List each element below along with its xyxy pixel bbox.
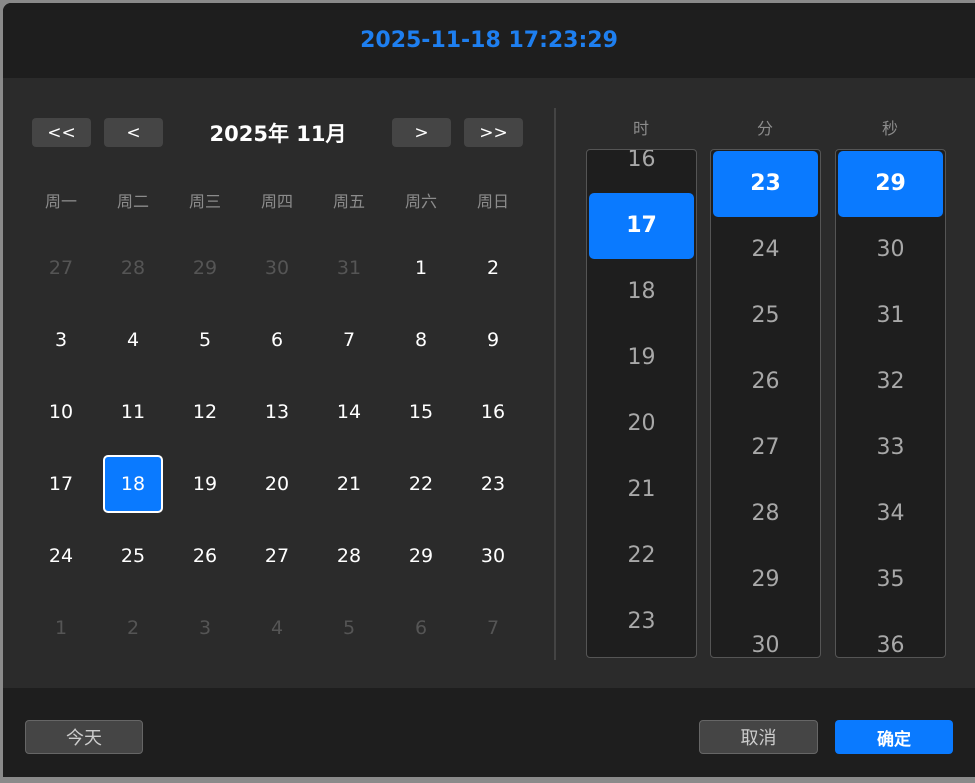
minute-option[interactable]: 25 [713,283,818,349]
day-cell[interactable]: 2 [103,599,163,657]
day-cell[interactable]: 23 [463,455,523,513]
day-cell[interactable]: 8 [391,311,451,369]
day-cell[interactable]: 13 [247,383,307,441]
minute-option[interactable]: 23 [713,151,818,217]
day-cell[interactable]: 7 [319,311,379,369]
hour-column[interactable]: 1617181920212223 [586,149,697,658]
day-cell[interactable]: 30 [463,527,523,585]
day-cell[interactable]: 15 [391,383,451,441]
time-column-label: 时 [586,115,696,139]
second-option[interactable]: 36 [838,613,943,658]
minute-option[interactable]: 27 [713,415,818,481]
day-cell[interactable]: 2 [463,239,523,297]
day-cell[interactable]: 3 [31,311,91,369]
day-cell[interactable]: 7 [463,599,523,657]
day-cell[interactable]: 12 [175,383,235,441]
day-cell[interactable]: 21 [319,455,379,513]
second-option[interactable]: 35 [838,547,943,613]
hour-option[interactable]: 23 [589,589,694,655]
hour-option[interactable]: 16 [589,149,694,193]
day-cell[interactable]: 14 [319,383,379,441]
time-column-label: 分 [710,115,820,139]
day-cell[interactable]: 4 [103,311,163,369]
month-title: 2025年 11月 [173,118,383,148]
dialog-footer: 今天 取消 确定 [3,688,975,777]
weekday-header: 周五 [319,188,379,212]
day-cell[interactable]: 25 [103,527,163,585]
hour-option[interactable]: 21 [589,457,694,523]
weekday-header: 周四 [247,188,307,212]
day-cell[interactable]: 29 [391,527,451,585]
day-cell[interactable]: 6 [391,599,451,657]
day-cell[interactable]: 4 [247,599,307,657]
next-month-button[interactable]: > [392,118,451,147]
confirm-button[interactable]: 确定 [835,720,953,754]
cancel-button[interactable]: 取消 [699,720,818,754]
day-cell[interactable]: 9 [463,311,523,369]
day-cell[interactable]: 3 [175,599,235,657]
day-cell[interactable]: 31 [319,239,379,297]
second-option[interactable]: 30 [838,217,943,283]
divider [554,108,556,660]
day-cell[interactable]: 29 [175,239,235,297]
day-cell[interactable]: 5 [175,311,235,369]
day-cell[interactable]: 5 [319,599,379,657]
second-option[interactable]: 31 [838,283,943,349]
day-cell[interactable]: 11 [103,383,163,441]
weekday-header: 周一 [31,188,91,212]
minute-option[interactable]: 29 [713,547,818,613]
prev-year-button[interactable]: << [32,118,91,147]
second-option[interactable]: 33 [838,415,943,481]
prev-month-button[interactable]: < [104,118,163,147]
day-cell[interactable]: 28 [103,239,163,297]
weekday-header: 周六 [391,188,451,212]
second-column[interactable]: 2930313233343536 [835,149,946,658]
day-cell[interactable]: 1 [391,239,451,297]
weekday-header: 周日 [463,188,523,212]
day-cell[interactable]: 28 [319,527,379,585]
selected-datetime: 2025-11-18 17:23:29 [360,28,618,53]
day-cell[interactable]: 1 [31,599,91,657]
hour-option[interactable]: 18 [589,259,694,325]
second-option[interactable]: 34 [838,481,943,547]
hour-option[interactable]: 20 [589,391,694,457]
time-column-label: 秒 [835,115,945,139]
hour-option[interactable]: 22 [589,523,694,589]
day-cell[interactable]: 19 [175,455,235,513]
minute-option[interactable]: 24 [713,217,818,283]
second-option[interactable]: 29 [838,151,943,217]
minute-option[interactable]: 30 [713,613,818,658]
day-cell[interactable]: 16 [463,383,523,441]
today-button[interactable]: 今天 [25,720,143,754]
day-cell[interactable]: 26 [175,527,235,585]
weekday-header: 周二 [103,188,163,212]
day-cell[interactable]: 30 [247,239,307,297]
minute-column[interactable]: 2324252627282930 [710,149,821,658]
day-cell[interactable]: 18 [103,455,163,513]
dialog-header: 2025-11-18 17:23:29 [3,3,975,78]
hour-option[interactable]: 19 [589,325,694,391]
day-cell[interactable]: 17 [31,455,91,513]
weekday-header: 周三 [175,188,235,212]
day-cell[interactable]: 27 [31,239,91,297]
next-year-button[interactable]: >> [464,118,523,147]
minute-option[interactable]: 28 [713,481,818,547]
minute-option[interactable]: 26 [713,349,818,415]
datetime-picker-dialog: 2025-11-18 17:23:29 << < 2025年 11月 > >> … [3,3,975,777]
day-cell[interactable]: 6 [247,311,307,369]
day-cell[interactable]: 24 [31,527,91,585]
day-cell[interactable]: 22 [391,455,451,513]
day-cell[interactable]: 20 [247,455,307,513]
hour-option[interactable]: 17 [589,193,694,259]
second-option[interactable]: 32 [838,349,943,415]
day-cell[interactable]: 27 [247,527,307,585]
day-cell[interactable]: 10 [31,383,91,441]
